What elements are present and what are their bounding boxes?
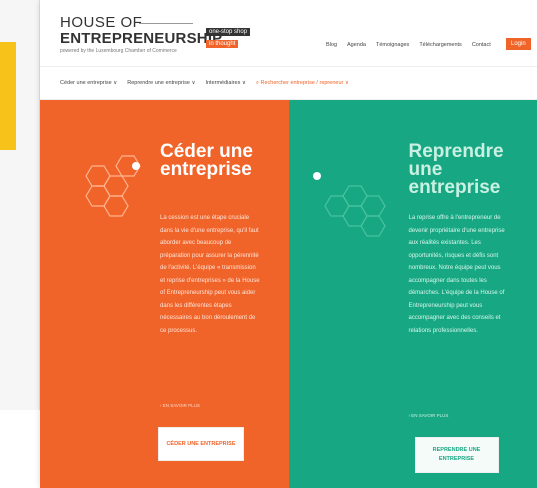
login-button[interactable]: Login	[506, 38, 531, 50]
reprendre-more-link[interactable]: › EN SAVOIR PLUS	[409, 413, 449, 418]
logo-main-text[interactable]: ENTREPRENEURSHIP	[60, 30, 222, 47]
hexagon-network-icon	[312, 172, 386, 237]
nav-search-label: Rechercher entreprise / repreneur ∨	[260, 79, 349, 86]
nav-search[interactable]: ⌕ Rechercher entreprise / repreneur ∨	[256, 80, 349, 87]
background-panel	[0, 0, 40, 410]
hexagon-network-icon	[85, 155, 141, 217]
top-nav: Blog Agenda Témoignages Téléchargements …	[326, 42, 491, 48]
hero-column-ceder: Céder une entreprise La cession est une …	[40, 100, 289, 488]
site-header: HOUSE OF ENTREPRENEURSHIP powered by the…	[40, 0, 537, 66]
reprendre-button[interactable]: REPRENDRE UNE ENTREPRISE	[414, 437, 499, 473]
logo-top-text[interactable]: HOUSE OF	[60, 14, 142, 31]
ceder-title: Céder une entreprise	[160, 141, 253, 180]
ceder-button[interactable]: CÉDER UNE ENTREPRISE	[158, 427, 244, 461]
logo-subtitle: powered by the Luxembourg Chamber of Com…	[60, 48, 177, 54]
hero-column-reprendre: Reprendre une entreprise La reprise offr…	[288, 100, 537, 488]
website-screenshot: HOUSE OF ENTREPRENEURSHIP powered by the…	[40, 0, 537, 488]
hero-section: Céder une entreprise La cession est une …	[40, 100, 537, 488]
topnav-agenda[interactable]: Agenda	[347, 42, 366, 48]
nav-reprendre[interactable]: Reprendre une entreprise ∨	[127, 80, 195, 86]
nav-intermediaires[interactable]: Intermédiaires ∨	[205, 80, 245, 86]
logo-line	[139, 23, 193, 24]
tagline-two: in thought	[206, 40, 239, 48]
tagline-one: one-stop shop	[206, 28, 251, 36]
main-nav: Céder une entreprise ∨ Reprendre une ent…	[40, 66, 537, 100]
topnav-temoignages[interactable]: Témoignages	[376, 42, 409, 48]
topnav-blog[interactable]: Blog	[326, 42, 337, 48]
ceder-more-link[interactable]: › EN SAVOIR PLUS	[160, 403, 200, 408]
topnav-contact[interactable]: Contact	[472, 42, 491, 48]
yellow-accent-strip	[0, 42, 16, 150]
topnav-telechargements[interactable]: Téléchargements	[419, 42, 462, 48]
ceder-body: La cession est une étape cruciale dans l…	[160, 215, 260, 334]
reprendre-body: La reprise offre à l'entrepreneur de dev…	[408, 215, 505, 334]
reprendre-title: Reprendre une entreprise	[408, 141, 504, 198]
nav-ceder[interactable]: Céder une entreprise ∨	[60, 80, 117, 86]
